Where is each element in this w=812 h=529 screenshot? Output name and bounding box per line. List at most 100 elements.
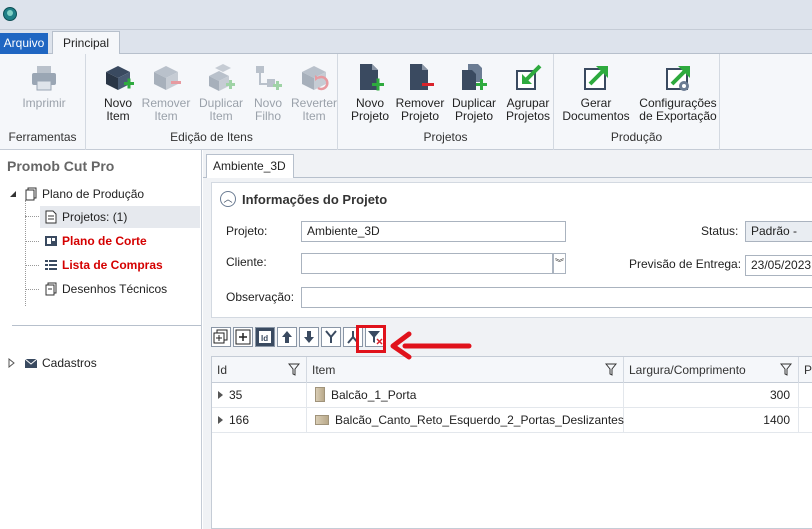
filter-icon[interactable] xyxy=(780,363,792,376)
drawings-icon xyxy=(45,282,57,296)
expand-all-button[interactable] xyxy=(211,327,231,347)
remover-projeto-button[interactable]: Remover Projeto xyxy=(394,62,446,123)
tree-item-lista-compras[interactable]: Lista de Compras xyxy=(44,254,163,276)
col-header-largura[interactable]: Largura/Comprimento xyxy=(624,357,799,383)
collapse-arrow-icon[interactable] xyxy=(8,189,18,199)
projeto-input[interactable]: Ambiente_3D xyxy=(301,221,566,242)
gerar-documentos-button[interactable]: Gerar Documentos xyxy=(560,62,632,123)
tab-principal[interactable]: Principal xyxy=(52,31,120,55)
remover-item-button[interactable]: Remover Item xyxy=(140,62,192,123)
add-row-button[interactable] xyxy=(233,327,253,347)
remove-project-icon xyxy=(410,64,434,90)
id-button[interactable]: Id xyxy=(255,327,275,347)
project-info-panel: ︿ Informações do Projeto Projeto: Ambien… xyxy=(211,182,812,318)
col-header-item[interactable]: Item xyxy=(307,357,624,383)
id-icon: Id xyxy=(259,331,271,343)
grid-header: Id Item Largura/Comprimento P xyxy=(212,357,812,383)
cut-plan-icon xyxy=(45,236,57,246)
ribbon: Imprimir Ferramentas Novo Item Remover I… xyxy=(0,54,812,150)
new-child-icon xyxy=(256,66,282,90)
filter-icon[interactable] xyxy=(288,363,300,376)
tree-connector xyxy=(25,216,39,217)
document-icon xyxy=(45,210,57,224)
table-row[interactable]: 35 Balcão_1_Porta 300 xyxy=(212,383,812,408)
tree-connector xyxy=(25,241,39,242)
duplicate-project-icon xyxy=(462,64,487,90)
group-label-edicao: Edição de Itens xyxy=(170,130,253,144)
plus-square-icon xyxy=(235,329,251,345)
tree-item-desenhos-tecnicos[interactable]: Desenhos Técnicos xyxy=(44,278,167,300)
collapse-chevron-icon[interactable]: ︿ xyxy=(220,191,236,207)
item-thumbnail-icon xyxy=(315,387,325,402)
table-row[interactable]: 166 Balcão_Canto_Reto_Esquerdo_2_Portas_… xyxy=(212,408,812,433)
agrupar-projetos-button[interactable]: Agrupar Projetos xyxy=(502,62,554,123)
annotation-highlight-box xyxy=(356,325,386,353)
arrow-up-icon xyxy=(282,331,292,343)
move-up-button[interactable] xyxy=(277,327,297,347)
cell-id: 35 xyxy=(212,383,307,408)
novo-projeto-button[interactable]: Novo Projeto xyxy=(348,62,392,123)
info-title: Informações do Projeto xyxy=(242,192,388,207)
merge-button[interactable] xyxy=(321,327,341,347)
cliente-input[interactable] xyxy=(301,253,553,274)
tree-item-plano-corte[interactable]: Plano de Corte xyxy=(44,230,147,252)
configuracoes-exportacao-button[interactable]: Configurações de Exportação xyxy=(636,62,720,123)
tree-connector xyxy=(25,289,39,290)
printer-icon xyxy=(32,66,56,91)
expand-arrow-icon[interactable] xyxy=(8,358,16,368)
duplicate-item-icon xyxy=(209,64,235,91)
cell-id: 166 xyxy=(212,408,307,433)
status-label: Status: xyxy=(701,224,739,238)
group-producao: Gerar Documentos Configurações de Export… xyxy=(554,54,720,150)
group-label-ferramentas: Ferramentas xyxy=(8,130,77,144)
col-header-p[interactable]: P xyxy=(799,357,812,383)
previsao-input[interactable]: 23/05/2023 xyxy=(745,255,812,276)
group-label-projetos: Projetos xyxy=(423,130,468,144)
export-documents-icon xyxy=(584,66,608,90)
reverter-item-button[interactable]: Reverter Item xyxy=(290,62,338,123)
tree-separator xyxy=(12,325,201,326)
left-panel: Promob Cut Pro Plano de Produção Projeto… xyxy=(0,150,202,529)
group-ferramentas: Imprimir Ferramentas xyxy=(0,54,86,150)
filter-icon[interactable] xyxy=(605,363,617,376)
revert-item-icon xyxy=(302,66,329,91)
tree-item-plano-producao[interactable]: Plano de Produção xyxy=(24,183,144,205)
group-projetos: Novo Projeto Remover Projeto Duplicar Pr… xyxy=(338,54,554,150)
novo-item-button[interactable]: Novo Item xyxy=(96,62,140,123)
item-thumbnail-icon xyxy=(315,415,329,425)
cell-largura: 300 xyxy=(624,383,799,408)
projeto-label: Projeto: xyxy=(226,224,268,238)
list-icon xyxy=(45,260,57,270)
tab-arquivo[interactable]: Arquivo xyxy=(0,33,48,54)
arrow-down-icon xyxy=(304,331,314,343)
new-item-icon xyxy=(106,66,134,90)
items-grid: Id Item Largura/Comprimento P 35 Balcão_… xyxy=(211,356,812,529)
envelope-icon xyxy=(24,358,38,368)
tree-item-cadastros[interactable]: Cadastros xyxy=(24,352,97,374)
cell-item: Balcão_Canto_Reto_Esquerdo_2_Portas_Desl… xyxy=(307,408,624,433)
annotation-arrow-icon xyxy=(390,331,472,360)
status-select[interactable]: Padrão - Eta xyxy=(745,221,812,242)
col-header-id[interactable]: Id xyxy=(212,357,307,383)
svg-text:Id: Id xyxy=(261,334,268,343)
move-down-button[interactable] xyxy=(299,327,319,347)
observacao-input[interactable] xyxy=(301,287,812,308)
remove-item-icon xyxy=(154,66,181,90)
new-project-icon xyxy=(360,64,384,91)
novo-filho-button[interactable]: Novo Filho xyxy=(248,62,288,123)
duplicar-item-button[interactable]: Duplicar Item xyxy=(194,62,248,123)
main-content: ︿ Informações do Projeto Projeto: Ambien… xyxy=(203,178,812,529)
tree-item-projetos[interactable]: Projetos: (1) xyxy=(40,206,200,228)
expand-row-icon[interactable] xyxy=(218,391,223,399)
cliente-dropdown-icon[interactable]: ︾ xyxy=(553,253,566,274)
document-tabs: Ambiente_3D xyxy=(203,150,812,179)
duplicar-projeto-button[interactable]: Duplicar Projeto xyxy=(448,62,500,123)
tab-ambiente-3d[interactable]: Ambiente_3D xyxy=(206,154,294,179)
observacao-label: Observação: xyxy=(226,290,295,304)
documents-stack-icon xyxy=(25,187,37,201)
imprimir-button[interactable]: Imprimir xyxy=(20,62,68,110)
group-edicao-itens: Novo Item Remover Item Duplicar Item Nov… xyxy=(86,54,338,150)
expand-row-icon[interactable] xyxy=(218,416,223,424)
cell-largura: 1400 xyxy=(624,408,799,433)
app-logo-icon xyxy=(3,7,17,21)
